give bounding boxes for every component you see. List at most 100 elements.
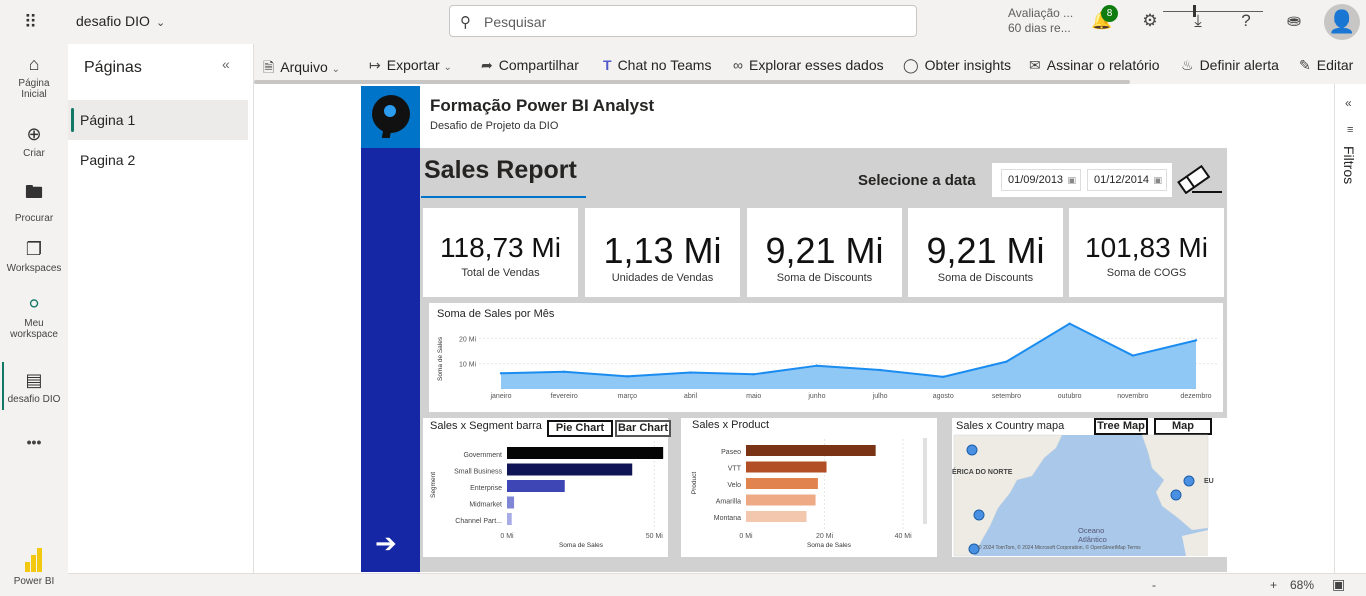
date-label: Selecione a data bbox=[858, 172, 976, 189]
category-label: Enterprise bbox=[470, 485, 502, 492]
teams-chat-button[interactable]: T Chat no Teams bbox=[603, 57, 711, 73]
subscribe-button[interactable]: ✉ Assinar o relatório bbox=[1029, 57, 1160, 74]
help-icon[interactable]: ? bbox=[1235, 11, 1257, 31]
kpi-label: Soma de Discounts bbox=[937, 272, 1034, 284]
expand-filters-icon[interactable]: « bbox=[1345, 96, 1352, 110]
alert-label: Definir alerta bbox=[1199, 57, 1279, 73]
nav-my-workspace[interactable]: ⚪ Meu workspace bbox=[0, 294, 68, 340]
data-point bbox=[562, 370, 566, 373]
segment-bar-chart[interactable]: Sales x Segment barra 0 Mi 50 Mi Governmen… bbox=[423, 418, 671, 557]
app-launcher-icon[interactable]: ⠿ bbox=[24, 12, 44, 32]
kpi-label: Soma de COGS bbox=[1106, 267, 1187, 279]
pie-chart-button[interactable]: Pie Chart bbox=[547, 420, 613, 437]
nav-my-workspace-label: Meu workspace bbox=[10, 318, 58, 340]
bar bbox=[746, 461, 827, 473]
bar bbox=[507, 496, 515, 509]
report-sidebar bbox=[361, 148, 420, 572]
nav-home[interactable]: ⌂ Página Inicial bbox=[0, 54, 68, 100]
kpi-card[interactable]: 9,21 Mi Soma de Discounts bbox=[747, 208, 902, 297]
bar bbox=[746, 511, 807, 522]
x-tick-label: 50 Mi bbox=[646, 533, 664, 540]
x-tick-label: fevereiro bbox=[551, 393, 578, 400]
eraser-icon[interactable] bbox=[1176, 164, 1222, 194]
edit-button[interactable]: ✎ Editar bbox=[1299, 57, 1353, 74]
fit-to-page-icon[interactable]: ▣ bbox=[1332, 576, 1345, 593]
feedback-icon[interactable]: ⛂ bbox=[1283, 11, 1305, 31]
nav-desafio-dio-label: desafio DIO bbox=[7, 394, 61, 405]
chevron-down-icon: ⌄ bbox=[331, 64, 341, 75]
arrow-right-icon[interactable]: ➔ bbox=[375, 528, 397, 559]
zoom-slider[interactable] bbox=[1163, 11, 1263, 12]
lightbulb-icon: ◯ bbox=[903, 57, 919, 73]
bar-chart-button[interactable]: Bar Chart bbox=[615, 420, 671, 437]
start-date-input[interactable]: 01/09/2013 ▣ bbox=[1001, 169, 1081, 191]
nav-workspaces-label: Workspaces bbox=[6, 263, 62, 274]
category-label: Channel Part... bbox=[455, 518, 502, 525]
map-point[interactable] bbox=[1183, 475, 1195, 487]
kpi-card[interactable]: 118,73 Mi Total de Vendas bbox=[423, 208, 578, 297]
sales-by-month-chart[interactable]: Soma de Sales por Mês Soma de Sales 10 Mi 2… bbox=[429, 303, 1223, 412]
scrollbar bbox=[923, 438, 927, 524]
collapse-pages-icon[interactable]: « bbox=[222, 56, 230, 72]
powerbi-logo-icon bbox=[25, 548, 43, 572]
product-bar-chart[interactable]: Sales x Product 0 Mi 20 Mi 40 Mi Paseo VTT Ve… bbox=[681, 418, 937, 557]
folder-icon: 🖿 bbox=[25, 182, 43, 202]
kpi-value: 9,21 Mi bbox=[765, 230, 884, 271]
kpi-label: Soma de Discounts bbox=[776, 272, 873, 284]
kpi-card[interactable]: 101,83 Mi Soma de COGS bbox=[1069, 208, 1224, 297]
search-box[interactable]: ⚲ Pesquisar bbox=[449, 5, 917, 37]
pages-panel: Páginas « Página 1 Pagina 2 bbox=[68, 44, 254, 573]
category-label: Midmarket bbox=[469, 502, 502, 509]
status-bar: - + 68% ▣ bbox=[68, 573, 1366, 596]
report-icon: ▤ bbox=[25, 370, 43, 390]
x-tick-label: janeiro bbox=[489, 393, 511, 400]
data-point bbox=[1194, 339, 1198, 342]
end-date-input[interactable]: 01/12/2014 ▣ bbox=[1087, 169, 1167, 191]
zoom-out-button[interactable]: - bbox=[1152, 578, 1156, 592]
set-alert-button[interactable]: ♨ Definir alerta bbox=[1181, 57, 1279, 74]
nav-desafio-dio[interactable]: ▤ desafio DIO bbox=[0, 370, 68, 405]
map-point[interactable] bbox=[966, 444, 978, 456]
kpi-card[interactable]: 1,13 Mi Unidades de Vendas bbox=[585, 208, 740, 297]
workspace-selector[interactable]: desafio DIO ⌄ bbox=[76, 13, 165, 29]
x-tick-label: dezembro bbox=[1180, 393, 1211, 400]
map-point[interactable] bbox=[1170, 489, 1182, 501]
file-menu[interactable]: 🗎 Arquivo ⌄ bbox=[263, 57, 340, 81]
country-map[interactable]: Sales x Country mapa Tree Map Map ÉRICA … bbox=[952, 418, 1227, 557]
bar bbox=[507, 480, 565, 492]
trial-line-1: Avaliação ... bbox=[1008, 6, 1074, 20]
share-button[interactable]: ➦ Compartilhar bbox=[481, 57, 579, 74]
x-tick-label: 20 Mi bbox=[816, 533, 834, 540]
export-icon: ↦ bbox=[369, 57, 381, 73]
kpi-card[interactable]: 9,21 Mi Soma de Discounts bbox=[908, 208, 1063, 297]
zoom-slider-thumb[interactable] bbox=[1193, 5, 1196, 17]
x-tick-label: agosto bbox=[933, 393, 954, 400]
person-icon: ⚪ bbox=[26, 294, 42, 314]
avatar[interactable]: 👤 bbox=[1324, 4, 1360, 40]
file-label: Arquivo bbox=[280, 59, 328, 75]
export-menu[interactable]: ↦ Exportar ⌄ bbox=[369, 57, 452, 74]
y-axis-label: Product bbox=[691, 472, 698, 495]
end-date-value: 01/12/2014 bbox=[1094, 174, 1150, 186]
nav-browse[interactable]: 🖿 Procurar bbox=[0, 180, 68, 224]
page-tab-1[interactable]: Página 1 bbox=[68, 100, 248, 140]
powerbi-brand[interactable]: Power BI bbox=[0, 548, 68, 587]
trial-status[interactable]: Avaliação ... 60 dias re... bbox=[1008, 6, 1073, 36]
insights-button[interactable]: ◯ Obter insights bbox=[903, 57, 1011, 74]
nav-create[interactable]: ⊕ Criar bbox=[0, 124, 68, 159]
page-tab-2[interactable]: Pagina 2 bbox=[68, 140, 248, 180]
data-point bbox=[1068, 322, 1071, 325]
download-icon[interactable]: ⤓ bbox=[1187, 11, 1209, 31]
filters-pane[interactable]: « ≡ Filtros bbox=[1334, 84, 1366, 573]
bar bbox=[507, 513, 512, 525]
category-label: Amarilla bbox=[716, 499, 741, 506]
zoom-in-button[interactable]: + bbox=[1270, 578, 1277, 592]
teams-label: Chat no Teams bbox=[617, 57, 712, 73]
more-icon[interactable]: ••• bbox=[0, 434, 68, 450]
gear-icon[interactable]: ⚙ bbox=[1139, 11, 1161, 31]
map-point[interactable] bbox=[973, 509, 985, 521]
nav-workspaces[interactable]: ❐ Workspaces bbox=[0, 239, 68, 274]
explore-data-button[interactable]: ∞ Explorar esses dados bbox=[733, 57, 884, 73]
area-fill bbox=[501, 323, 1196, 389]
x-tick-label: novembro bbox=[1117, 393, 1148, 400]
